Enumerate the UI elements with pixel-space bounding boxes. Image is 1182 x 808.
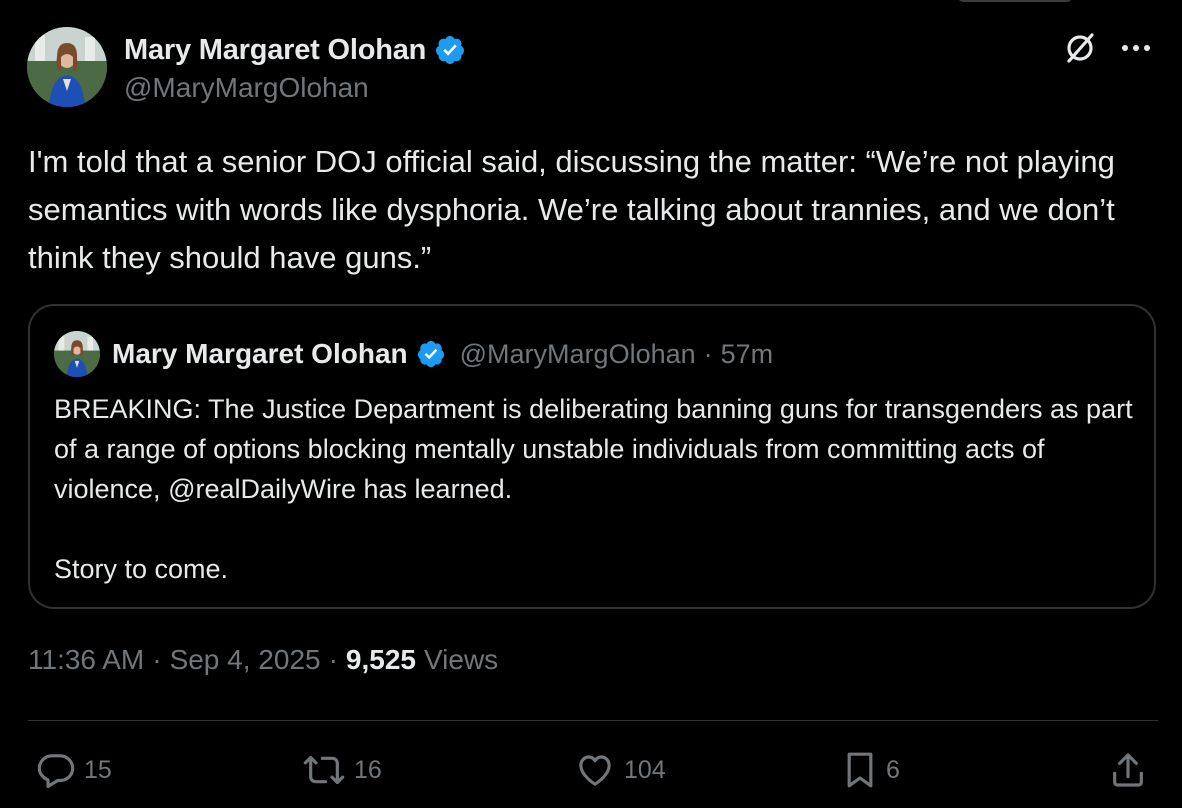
like-count: 104	[624, 755, 666, 784]
tweet-detail-view: Mary Margaret Olohan @MaryMargOlohan I'm…	[0, 0, 1182, 808]
retweet-count: 16	[354, 755, 382, 784]
more-icon[interactable]	[1116, 28, 1156, 68]
quoted-tweet-text: BREAKING: The Justice Department is deli…	[54, 389, 1134, 589]
tweet-time[interactable]: 11:36 AM	[28, 644, 144, 676]
separator-dot: ·	[152, 644, 162, 675]
author-handle[interactable]: @MaryMargOlohan	[124, 72, 466, 104]
share-icon	[1108, 750, 1148, 790]
bookmark-icon	[842, 750, 878, 790]
verified-badge-icon	[434, 34, 466, 66]
reply-button[interactable]: 15	[36, 746, 112, 794]
separator-dot: ·	[703, 338, 713, 369]
quoted-paragraph-2: Story to come.	[54, 554, 229, 584]
bookmark-button[interactable]: 6	[842, 746, 900, 794]
retweet-icon	[302, 750, 346, 790]
bookmark-count: 6	[886, 755, 900, 784]
author-block: Mary Margaret Olohan @MaryMargOlohan	[124, 30, 466, 104]
reply-count: 15	[84, 755, 112, 784]
quoted-paragraph-1: BREAKING: The Justice Department is deli…	[54, 394, 1133, 504]
quoted-tweet-time: 57m	[720, 338, 774, 369]
views-count: 9,525	[345, 644, 416, 675]
quoted-author-handle: @MaryMargOlohan	[459, 338, 696, 369]
verified-badge-icon	[416, 339, 446, 369]
author-display-name[interactable]: Mary Margaret Olohan	[124, 34, 426, 67]
tweet-meta: 11:36 AM · Sep 4, 2025 · 9,525 Views	[28, 644, 498, 676]
quoted-author-name: Mary Margaret Olohan	[112, 338, 408, 369]
top-actions	[1060, 28, 1156, 68]
author-avatar[interactable]	[27, 27, 107, 107]
quoted-author-avatar	[54, 331, 100, 377]
grok-icon[interactable]	[1060, 28, 1100, 68]
like-button[interactable]: 104	[574, 746, 666, 794]
views-label: Views	[424, 644, 499, 675]
heart-icon	[574, 750, 616, 790]
scroll-indicator	[958, 0, 1072, 2]
separator-dot: ·	[328, 644, 338, 675]
quoted-tweet-header: Mary Margaret Olohan @MaryMargOlohan · 5…	[54, 330, 773, 378]
divider	[28, 720, 1158, 721]
tweet-date[interactable]: Sep 4, 2025	[170, 644, 321, 676]
share-button[interactable]	[1108, 746, 1148, 794]
tweet-text: I'm told that a senior DOJ official said…	[28, 144, 1115, 275]
quoted-tweet[interactable]: Mary Margaret Olohan @MaryMargOlohan · 5…	[28, 304, 1156, 609]
reply-icon	[36, 750, 76, 790]
retweet-button[interactable]: 16	[302, 746, 382, 794]
